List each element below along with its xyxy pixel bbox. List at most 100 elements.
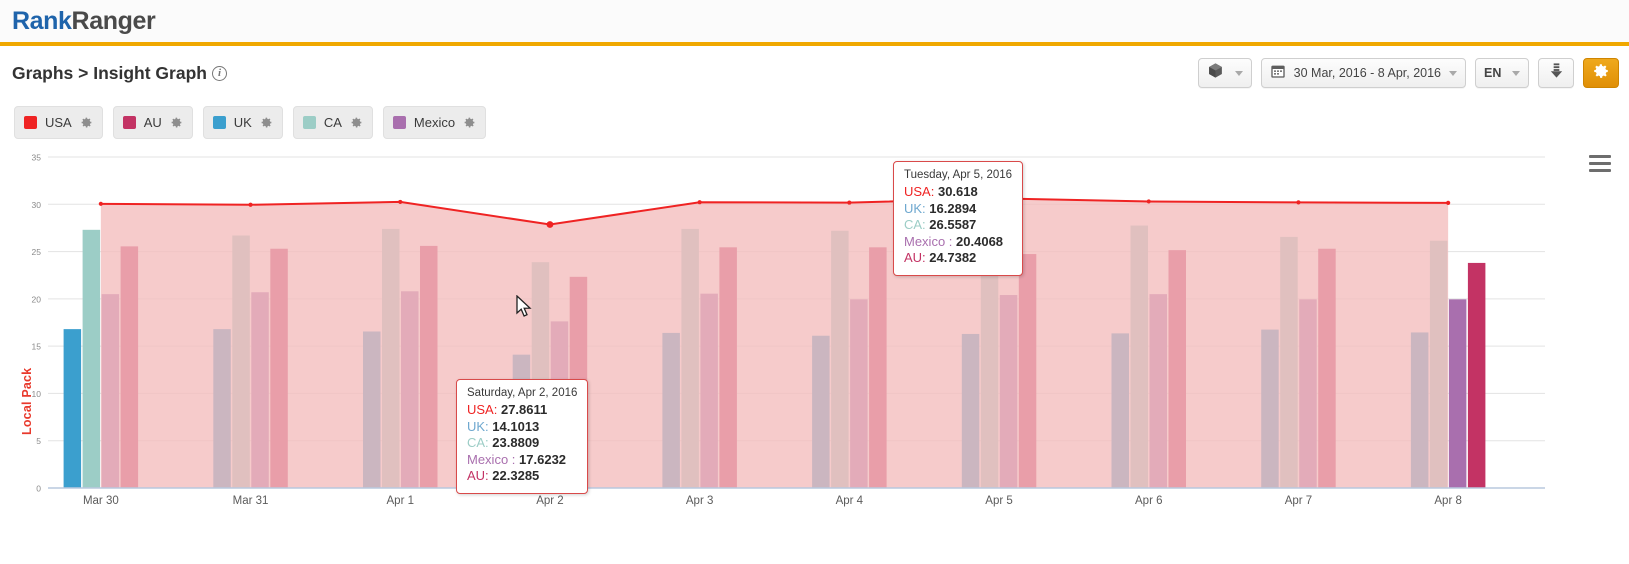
legend-item-label: AU [143,115,162,130]
calendar-icon [1270,63,1286,84]
tooltip-row: AU: 24.7382 [904,250,1012,267]
gear-icon[interactable] [350,116,363,129]
x-tick-label: Apr 7 [1285,495,1313,507]
brand-bar: RankRanger [0,0,1629,46]
tooltip-series-value: 17.6232 [519,451,567,467]
usa-point[interactable] [1446,200,1451,205]
tooltip-series-name: USA: [904,184,935,199]
tooltip-series-name: USA: [467,402,498,417]
x-tick-label: Apr 2 [536,495,564,507]
legend-item-label: USA [45,115,72,130]
language-value: EN [1484,66,1502,80]
header-toolbar: 30 Mar, 2016 - 8 Apr, 2016 EN [1197,58,1619,88]
usa-point[interactable] [398,199,403,205]
project-selector-button[interactable] [1197,58,1252,88]
y-tick-label: 10 [32,389,42,399]
date-range-picker[interactable]: 30 Mar, 2016 - 8 Apr, 2016 [1260,58,1466,88]
tooltip-series-value: 14.1013 [492,418,540,434]
x-tick-label: Mar 30 [83,495,119,507]
tooltip-series-value: 20.4068 [956,233,1004,249]
legend-item-label: CA [323,115,342,130]
tooltip-row: UK: 14.1013 [467,419,577,436]
date-range-value: 30 Mar, 2016 - 8 Apr, 2016 [1293,66,1441,80]
tooltip-series-name: UK: [467,418,489,434]
usa-point[interactable] [1146,199,1151,204]
page-header: Graphs > Insight Graph i 30 Mar, 2016 - … [0,46,1629,100]
download-button[interactable] [1538,58,1574,88]
tooltip-row: Mexico : 20.4068 [904,234,1012,251]
chevron-down-icon [1449,70,1457,76]
tooltip-apr2: Saturday, Apr 2, 2016 USA: 27.8611 UK: 14.… [456,379,589,494]
legend-item-label: UK [233,115,252,130]
gear-icon[interactable] [260,116,273,129]
usa-point[interactable] [847,200,852,205]
y-tick-label: 35 [32,153,42,163]
legend-item-au[interactable]: AU [112,106,193,139]
bar-ca[interactable] [82,229,101,488]
tooltip-row: USA: 27.8611 [467,402,577,419]
logo-rank: Rank [12,6,72,35]
tooltip-series-value: 26.5587 [929,217,977,232]
x-tick-label: Mar 31 [233,495,269,507]
legend-item-uk[interactable]: UK [202,106,283,139]
tooltip-series-value: 23.8809 [492,435,540,450]
usa-point[interactable] [546,221,554,228]
legend-swatch [24,116,37,129]
usa-area-fill [100,198,1449,488]
x-tick-label: Apr 5 [985,495,1013,507]
legend-swatch [212,116,226,129]
usa-point[interactable] [98,201,103,206]
gear-icon[interactable] [463,116,476,129]
language-selector[interactable]: EN [1475,58,1529,88]
x-tick-label: Apr 8 [1434,495,1462,507]
y-tick-label: 15 [32,342,42,352]
tooltip-date: Tuesday, Apr 5, 2016 [904,169,1013,181]
legend-item-ca[interactable]: CA [292,106,373,139]
info-icon[interactable]: i [211,65,227,81]
bar-uk[interactable] [63,329,82,488]
tooltip-row: CA: 26.5587 [904,217,1012,234]
tooltip-series-value: 24.7382 [929,250,977,265]
tooltip-series-name: CA: [467,435,489,450]
tooltip-series-value: 27.8611 [500,402,548,417]
tooltip-series-value: 30.618 [937,184,978,199]
series-legend: USA AU UK CA Mexico [0,100,1629,145]
y-tick-label: 5 [36,436,41,446]
legend-swatch [302,116,316,129]
tooltip-series-name: Mexico : [467,451,516,467]
tooltip-series-name: AU: [467,468,489,483]
legend-item-usa[interactable]: USA [14,106,103,139]
legend-swatch [392,116,406,129]
tooltip-row: Mexico : 17.6232 [467,452,577,469]
gear-icon[interactable] [80,116,93,129]
gear-icon[interactable] [170,116,183,129]
usa-point[interactable] [1296,200,1301,205]
bar-au[interactable] [1467,262,1486,488]
page-title: Graphs > Insight Graph [12,62,207,83]
chevron-down-icon [1234,70,1243,76]
usa-point[interactable] [248,202,253,207]
tooltip-date: Saturday, Apr 2, 2016 [467,387,578,399]
gear-icon [1592,62,1610,85]
legend-item-mexico[interactable]: Mexico [382,106,487,139]
x-tick-label: Apr 6 [1135,495,1163,507]
tooltip-series-name: UK: [904,200,926,216]
tooltip-row: AU: 22.3285 [467,468,577,485]
insight-graph-plot: 0 5 10 15 20 25 30 35 Mar 30 Mar 31 Apr 1 Apr 2 Apr … [32,153,1545,507]
x-tick-label: Apr 1 [387,495,415,507]
rankranger-logo[interactable]: RankRanger [12,6,156,36]
tooltip-row: USA: 30.618 [904,184,1012,201]
y-tick-label: 20 [32,294,42,304]
settings-button[interactable] [1583,58,1619,88]
legend-swatch [122,116,136,129]
y-tick-label: 0 [36,484,41,494]
tooltip-series-name: AU: [904,250,926,265]
bar-mexico[interactable] [1448,299,1467,488]
y-tick-label: 25 [32,247,42,257]
tooltip-series-value: 22.3285 [492,468,540,483]
tooltip-apr5: Tuesday, Apr 5, 2016 USA: 30.618 UK: 16.28… [893,161,1024,276]
tooltip-series-value: 16.2894 [929,200,977,216]
chevron-down-icon [1512,70,1520,76]
tooltip-series-name: Mexico : [904,233,953,249]
usa-point[interactable] [697,200,702,205]
